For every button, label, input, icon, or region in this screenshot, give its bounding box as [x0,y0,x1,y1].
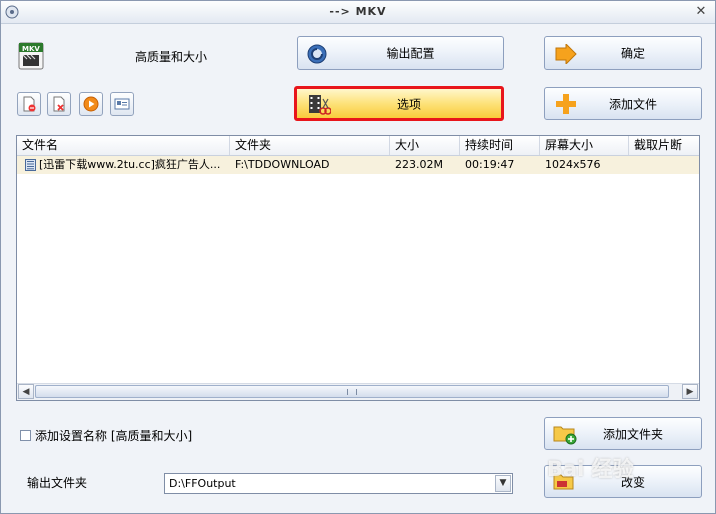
options-label: 选项 [396,97,421,111]
chevron-down-icon: ▼ [499,478,507,488]
scroll-thumb[interactable] [35,385,669,398]
grip-icon [347,389,357,395]
column-header-filename[interactable]: 文件名 [17,136,230,155]
horizontal-scrollbar[interactable]: ◀ ▶ [17,383,699,400]
scroll-left-button[interactable]: ◀ [18,384,34,399]
output-folder-select[interactable]: D:\FFOutput ▼ [164,473,513,494]
output-config-button[interactable]: 输出配置 [297,36,504,70]
close-button[interactable]: ✕ [693,4,709,20]
cell-folder: F:\TDDOWNLOAD [235,158,330,171]
cell-duration: 00:19:47 [465,158,515,171]
play-button[interactable] [79,92,103,116]
scroll-right-button[interactable]: ▶ [682,384,698,399]
output-folder-label: 输出文件夹 [27,476,88,490]
add-file-label: 添加文件 [608,97,657,111]
column-header-screen-size[interactable]: 屏幕大小 [540,136,629,155]
clear-list-button[interactable] [47,92,71,116]
cell-size: 223.02M [395,158,443,171]
close-icon: ✕ [695,4,707,19]
video-file-icon [25,159,36,171]
play-icon [83,96,99,112]
add-folder-button[interactable]: 添加文件夹 [544,417,702,450]
watermark: Bai 经验 [547,457,634,481]
remove-file-button[interactable] [17,92,41,116]
file-list[interactable]: 文件名 文件夹 大小 持续时间 屏幕大小 截取片断 [迅雷下载www.2tu.c… [16,135,700,401]
chevron-left-icon: ◀ [22,387,30,397]
title-bar[interactable]: --> MKV ✕ [1,1,715,24]
document-remove-icon [23,96,36,112]
cell-filename: [迅雷下载www.2tu.cc]疯狂广告人... [39,158,221,171]
output-folder-value: D:\FFOutput [169,477,236,490]
confirm-label: 确定 [620,46,645,61]
preset-name: 高质量和大小 [135,50,208,64]
cell-clip [629,156,699,174]
add-setting-name-checkbox[interactable] [20,430,31,441]
confirm-button[interactable]: 确定 [544,36,702,70]
chevron-right-icon: ▶ [686,387,694,397]
add-folder-label: 添加文件夹 [602,427,663,441]
cell-screen-size: 1024x576 [545,158,601,171]
column-header-size[interactable]: 大小 [390,136,460,155]
column-header-clip[interactable]: 截取片断 [629,136,699,155]
window-title: --> MKV [329,5,387,18]
mkv-format-icon: MKV [18,42,44,70]
list-header: 文件名 文件夹 大小 持续时间 屏幕大小 截取片断 [17,136,699,156]
add-file-button[interactable]: 添加文件 [544,87,702,120]
document-delete-icon [53,96,65,112]
app-window: --> MKV ✕ MKV 高质量和大小 输出配置 确定 选项 添加文件 文件名… [0,0,716,514]
output-config-label: 输出配置 [386,46,435,61]
dropdown-button[interactable]: ▼ [495,475,511,492]
options-button[interactable]: 选项 [294,86,504,121]
file-info-button[interactable] [110,92,134,116]
column-header-folder[interactable]: 文件夹 [230,136,390,155]
add-setting-name-label: 添加设置名称 [高质量和大小] [35,429,193,443]
table-row[interactable]: [迅雷下载www.2tu.cc]疯狂广告人... F:\TDDOWNLOAD 2… [17,156,699,174]
column-header-duration[interactable]: 持续时间 [460,136,540,155]
svg-text:MKV: MKV [22,45,40,53]
info-card-icon [114,98,130,110]
